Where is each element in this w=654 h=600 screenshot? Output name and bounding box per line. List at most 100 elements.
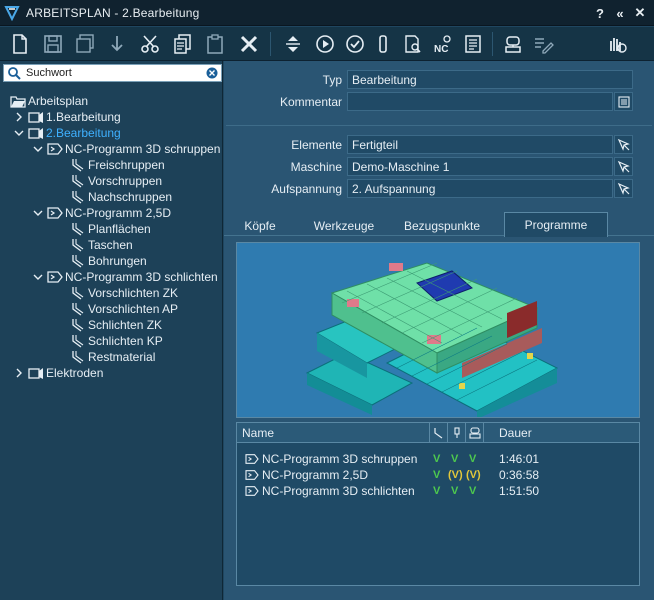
chevron-right-icon[interactable] — [14, 112, 24, 122]
maschine-pick-button[interactable] — [614, 157, 633, 176]
tree-item-operation[interactable]: Restmaterial — [70, 349, 155, 365]
tree-item-operation[interactable]: Vorschlichten ZK — [70, 285, 178, 301]
collapse-button[interactable]: « — [610, 3, 630, 23]
aufspannung-field[interactable]: 2. Aufspannung — [347, 179, 613, 198]
cut-button[interactable] — [137, 31, 163, 57]
check-button[interactable] — [342, 31, 368, 57]
tree-item-operation[interactable]: Vorschruppen — [70, 173, 162, 189]
chevron-down-icon[interactable] — [33, 208, 43, 218]
programs-table-header: Name Dauer — [237, 423, 639, 443]
kommentar-edit-button[interactable] — [614, 92, 633, 111]
machine-button[interactable] — [500, 31, 526, 57]
tree-item-operation[interactable]: Planflächen — [70, 221, 151, 237]
duration-cell: 1:51:50 — [499, 484, 540, 498]
status-tool: V — [451, 453, 459, 465]
tool-icon — [453, 427, 460, 438]
tree-item-operation[interactable]: Schlichten ZK — [70, 317, 162, 333]
delete-x-icon — [240, 35, 258, 53]
aufspannung-pick-button[interactable] — [614, 179, 633, 198]
tree-item-nc-programm[interactable]: NC-Programm 3D schlichten — [33, 269, 218, 285]
toolpath-icon — [72, 255, 84, 268]
move-up-down-button[interactable] — [280, 31, 306, 57]
toolpath-icon — [433, 428, 442, 439]
program-list-button[interactable] — [460, 31, 486, 57]
tree-label: Bohrungen — [88, 254, 147, 268]
edit-list-button[interactable] — [530, 31, 556, 57]
column-header-toolpath[interactable] — [429, 423, 447, 443]
paste-icon — [207, 34, 223, 54]
tree-item-bearbeitung-1[interactable]: 1.Bearbeitung — [14, 109, 121, 125]
part-model-image — [305, 262, 559, 417]
column-header-name[interactable]: Name — [242, 423, 274, 443]
play-button[interactable] — [312, 31, 338, 57]
status-tool: V — [451, 485, 459, 497]
document-search-button[interactable] — [400, 31, 426, 57]
tree-label: Schlichten ZK — [88, 318, 163, 332]
elemente-pick-button[interactable] — [614, 135, 633, 154]
tree-item-nc-programm[interactable]: NC-Programm 3D schruppen — [33, 141, 220, 157]
tab-bezugspunkte[interactable]: Bezugspunkte — [394, 215, 490, 236]
delete-button[interactable] — [236, 31, 262, 57]
column-header-duration[interactable]: Dauer — [483, 423, 639, 443]
tree-item-operation[interactable]: Freischruppen — [70, 157, 165, 173]
status-toolpath: V — [433, 485, 441, 497]
copy-button[interactable] — [170, 31, 196, 57]
duration-cell: 1:46:01 — [499, 452, 540, 466]
program-name: NC-Programm 3D schlichten — [262, 484, 415, 498]
column-header-machine[interactable] — [465, 423, 483, 443]
tree-item-bearbeitung-2[interactable]: 2.Bearbeitung — [14, 125, 121, 141]
program-name-cell: NC-Programm 2,5D — [245, 467, 368, 483]
help-button[interactable]: ? — [590, 3, 610, 23]
nc-program-icon — [47, 143, 63, 155]
nc-program-icon — [47, 207, 63, 219]
column-header-tool[interactable] — [447, 423, 465, 443]
tool-cylinder-icon — [379, 35, 387, 53]
clear-search-icon[interactable] — [206, 67, 218, 79]
save-button[interactable] — [40, 31, 66, 57]
table-row[interactable]: NC-Programm 2,5D V (V) (V) 0:36:58 — [237, 467, 639, 483]
tree-item-operation[interactable]: Schlichten KP — [70, 333, 163, 349]
tree-item-operation[interactable]: Nachschruppen — [70, 189, 172, 205]
tree-label: Nachschruppen — [88, 190, 173, 204]
search-input[interactable] — [26, 67, 206, 79]
tree-label: Arbeitsplan — [28, 94, 89, 108]
elemente-field[interactable]: Fertigteil — [347, 135, 613, 154]
machining-hand-button[interactable] — [604, 31, 630, 57]
new-file-button[interactable] — [7, 31, 33, 57]
tree-root-arbeitsplan[interactable]: Arbeitsplan — [10, 93, 88, 109]
paste-button[interactable] — [202, 31, 228, 57]
chevron-down-icon[interactable] — [33, 144, 43, 154]
tree-item-operation[interactable]: Vorschlichten AP — [70, 301, 178, 317]
chevron-down-icon[interactable] — [33, 272, 43, 282]
chevron-right-icon[interactable] — [14, 368, 24, 378]
toolbar: NC — [0, 27, 654, 61]
cursor-pick-icon — [617, 182, 630, 195]
insert-below-button[interactable] — [104, 31, 130, 57]
tool-button[interactable] — [370, 31, 396, 57]
tab-programme[interactable]: Programme — [504, 212, 608, 237]
table-row[interactable]: NC-Programm 3D schruppen V V V 1:46:01 — [237, 451, 639, 467]
nc-program-icon — [245, 486, 259, 496]
program-list-icon — [465, 35, 481, 53]
nc-program-icon — [47, 271, 63, 283]
table-row[interactable]: NC-Programm 3D schlichten V V V 1:51:50 — [237, 483, 639, 499]
close-window-button[interactable]: ✕ — [630, 3, 650, 23]
maschine-field[interactable]: Demo-Maschine 1 — [347, 157, 613, 176]
nc-program-icon — [245, 454, 259, 464]
typ-field[interactable]: Bearbeitung — [347, 70, 633, 89]
tree-label: NC-Programm 3D schruppen — [65, 142, 221, 156]
kommentar-field[interactable] — [347, 92, 613, 111]
save-all-button[interactable] — [72, 31, 98, 57]
tree-item-elektroden[interactable]: Elektroden — [14, 365, 103, 381]
nc-button[interactable]: NC — [430, 31, 456, 57]
tree-label: Restmaterial — [88, 350, 156, 364]
window-title: ARBEITSPLAN - 2.Bearbeitung — [26, 5, 200, 20]
chevron-down-icon[interactable] — [14, 128, 24, 138]
3d-part-preview[interactable] — [236, 242, 640, 418]
tab-werkzeuge[interactable]: Werkzeuge — [302, 215, 386, 236]
play-icon — [316, 35, 334, 53]
tree-item-operation[interactable]: Bohrungen — [70, 253, 147, 269]
tab-koepfe[interactable]: Köpfe — [232, 215, 288, 236]
tree-item-nc-programm[interactable]: NC-Programm 2,5D — [33, 205, 171, 221]
tree-item-operation[interactable]: Taschen — [70, 237, 133, 253]
